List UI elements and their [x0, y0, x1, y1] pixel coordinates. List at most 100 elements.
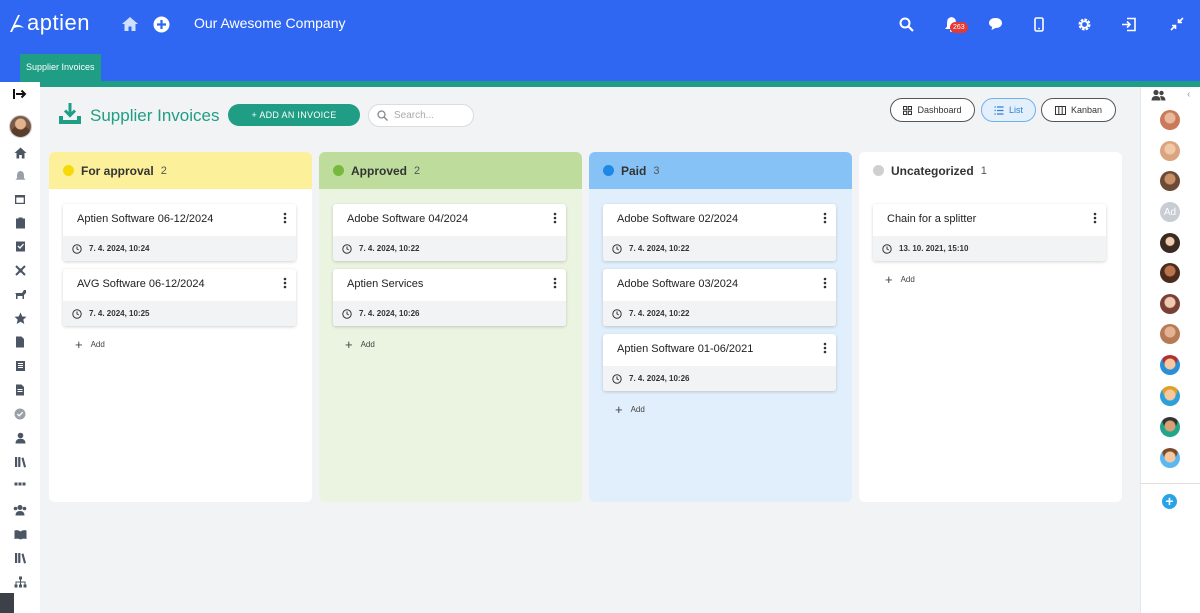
checklist-icon[interactable] [10, 238, 30, 254]
grid-icon [903, 105, 913, 115]
logout-icon[interactable] [1119, 14, 1139, 34]
placeholder-avatar[interactable]: Ad [1160, 202, 1180, 222]
add-card-label: Add [630, 405, 645, 414]
invoice-card-title[interactable]: Adobe Software 03/2024 [617, 278, 738, 290]
list-view-button[interactable]: List [981, 98, 1036, 122]
add-card-link[interactable]: + Add [615, 402, 645, 417]
clipboard-icon[interactable] [10, 215, 30, 231]
plus-icon: + [75, 337, 83, 352]
invoice-card[interactable]: Adobe Software 03/2024 7. 4. 2024, 10:22 [603, 269, 836, 326]
expand-sidebar-icon[interactable] [10, 86, 30, 102]
add-card-link[interactable]: + Add [345, 337, 375, 352]
invoice-card[interactable]: Aptien Software 06-12/2024 7. 4. 2024, 10… [63, 204, 296, 261]
invoice-card[interactable]: Adobe Software 04/2024 7. 4. 2024, 10:22 [333, 204, 566, 261]
calendar-icon[interactable] [10, 191, 30, 207]
add-circle-icon[interactable] [151, 14, 171, 34]
invoice-card-footer: 7. 4. 2024, 10:22 [333, 236, 566, 261]
person-avatar[interactable] [1160, 417, 1180, 437]
invoice-card-title[interactable]: Adobe Software 04/2024 [347, 213, 468, 225]
column-header[interactable]: For approval 2 [49, 152, 312, 189]
status-dot-icon [333, 165, 344, 176]
column-header[interactable]: Uncategorized 1 [859, 152, 1122, 189]
more-options-icon[interactable] [823, 277, 827, 289]
column-header[interactable]: Paid 3 [589, 152, 852, 189]
invoice-card-title[interactable]: AVG Software 06-12/2024 [77, 278, 205, 290]
clock-icon [612, 243, 622, 254]
invoice-card-footer: 13. 10. 2021, 15:10 [873, 236, 1106, 261]
kanban-view-button[interactable]: Kanban [1041, 98, 1116, 122]
search-icon[interactable] [896, 14, 916, 34]
more-options-icon[interactable] [283, 277, 287, 289]
team-icon[interactable] [10, 502, 30, 518]
open-book-icon[interactable] [10, 526, 30, 542]
tools-icon[interactable] [10, 262, 30, 278]
more-options-icon[interactable] [823, 342, 827, 354]
more-options-icon[interactable] [823, 212, 827, 224]
invoice-card[interactable]: AVG Software 06-12/2024 7. 4. 2024, 10:25 [63, 269, 296, 326]
invoice-card-date: 7. 4. 2024, 10:22 [629, 244, 690, 253]
kanban-column: Approved 2 Adobe Software 04/2024 7. 4. 202… [319, 152, 582, 502]
book-icon[interactable] [10, 358, 30, 374]
app-logo[interactable]: aptien [8, 10, 90, 36]
search-input[interactable] [394, 110, 464, 121]
status-dot-icon [873, 165, 884, 176]
chat-icon[interactable] [985, 14, 1005, 34]
star-icon[interactable] [10, 310, 30, 326]
more-options-icon[interactable] [553, 212, 557, 224]
user-avatar[interactable] [9, 115, 32, 138]
invoice-card[interactable]: Aptien Services 7. 4. 2024, 10:26 [333, 269, 566, 326]
invoice-card-title[interactable]: Adobe Software 02/2024 [617, 213, 738, 225]
invoice-card-title[interactable]: Chain for a splitter [887, 213, 976, 225]
person-avatar[interactable] [1160, 141, 1180, 161]
dashboard-view-button[interactable]: Dashboard [890, 98, 975, 122]
more-options-icon[interactable] [1093, 212, 1097, 224]
org-chart-icon[interactable] [10, 574, 30, 590]
person-avatar[interactable] [1160, 324, 1180, 344]
add-invoice-button[interactable]: + ADD AN INVOICE [228, 104, 360, 126]
file-list-icon[interactable] [10, 382, 30, 398]
add-card-link[interactable]: + Add [75, 337, 105, 352]
person-avatar[interactable] [1160, 355, 1180, 375]
archive-books-icon[interactable] [10, 550, 30, 566]
dog-icon[interactable] [10, 286, 30, 302]
tab-supplier-invoices[interactable]: Supplier Invoices [20, 54, 101, 82]
more-options-icon[interactable] [553, 277, 557, 289]
add-card-label: Add [360, 340, 375, 349]
more-options-icon[interactable] [283, 212, 287, 224]
collapse-arrows-icon[interactable] [1167, 14, 1187, 34]
mobile-phone-icon[interactable] [1029, 14, 1049, 34]
collapse-chevron-icon[interactable]: ‹ [1187, 89, 1190, 100]
document-icon[interactable] [10, 334, 30, 350]
invoice-card[interactable]: Chain for a splitter 13. 10. 2021, 15:10 [873, 204, 1106, 261]
library-icon[interactable] [10, 454, 30, 470]
home-icon[interactable] [120, 14, 140, 34]
settings-gear-icon[interactable] [1074, 14, 1094, 34]
person-avatar[interactable] [1160, 386, 1180, 406]
person-avatar[interactable] [1160, 110, 1180, 130]
person-avatar[interactable] [1160, 171, 1180, 191]
kanban-column: Paid 3 Adobe Software 02/2024 7. 4. 2024, 1… [589, 152, 852, 502]
add-person-icon[interactable]: + [1162, 494, 1177, 509]
person-avatar[interactable] [1160, 263, 1180, 283]
home-icon[interactable] [10, 145, 30, 161]
notifications-bell-icon[interactable]: 263 [941, 14, 968, 34]
invoice-card-title[interactable]: Aptien Software 06-12/2024 [77, 213, 213, 225]
bell-icon[interactable] [10, 168, 30, 184]
people-icon[interactable] [1151, 88, 1166, 106]
kanban-icon [1054, 105, 1066, 115]
company-name[interactable]: Our Awesome Company [194, 15, 345, 31]
invoice-card-title[interactable]: Aptien Services [347, 278, 423, 290]
column-header[interactable]: Approved 2 [319, 152, 582, 189]
person-icon[interactable] [10, 430, 30, 446]
search-box[interactable] [368, 104, 474, 127]
apps-grid-icon[interactable] [10, 478, 30, 494]
person-avatar[interactable] [1160, 294, 1180, 314]
person-avatar[interactable] [1160, 233, 1180, 253]
invoice-card[interactable]: Adobe Software 02/2024 7. 4. 2024, 10:22 [603, 204, 836, 261]
app-corner-logo-icon[interactable] [0, 593, 14, 613]
invoice-card-title[interactable]: Aptien Software 01-06/2021 [617, 343, 753, 355]
add-card-link[interactable]: + Add [885, 272, 915, 287]
invoice-card[interactable]: Aptien Software 01-06/2021 7. 4. 2024, 10… [603, 334, 836, 391]
check-circle-icon[interactable] [10, 406, 30, 422]
person-avatar[interactable] [1160, 448, 1180, 468]
